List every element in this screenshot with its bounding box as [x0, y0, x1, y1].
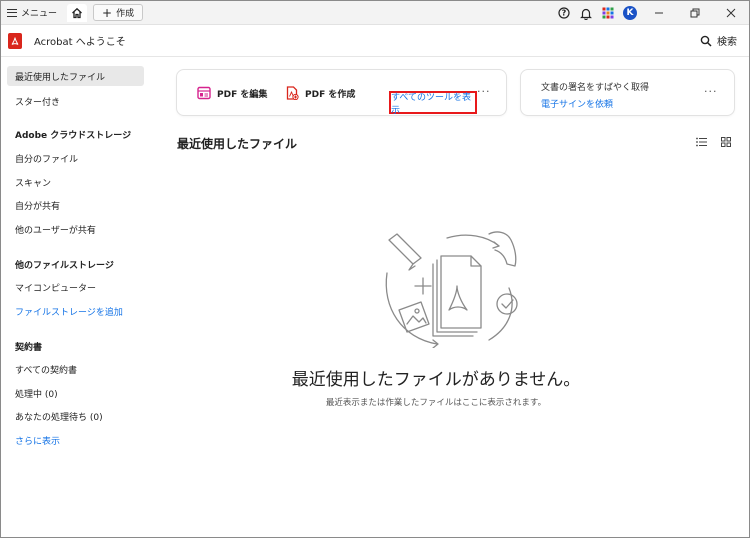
- menu-button[interactable]: メニュー: [7, 4, 57, 22]
- recent-files-heading: 最近使用したファイル: [177, 137, 298, 151]
- empty-state-subtitle: 最近表示または作業したファイルはここに表示されます。: [325, 398, 547, 408]
- sign-card-title: 文書の署名をすばやく取得: [541, 83, 650, 93]
- sidebar-item-my-files[interactable]: 自分のファイル: [7, 148, 144, 168]
- empty-files-illustration: [385, 231, 518, 348]
- sign-card: 文書の署名をすばやく取得 電子サインを依頼 ···: [520, 69, 735, 116]
- search-icon: [700, 35, 712, 47]
- close-window-button[interactable]: [713, 1, 749, 25]
- sidebar-item-scans[interactable]: スキャン: [7, 172, 144, 192]
- app-header: Acrobat へようこそ 検索: [1, 25, 749, 57]
- apps-grid-icon[interactable]: [597, 1, 619, 25]
- restore-icon: [690, 8, 700, 18]
- plus-icon: +: [102, 5, 113, 20]
- create-tab[interactable]: + 作成: [93, 4, 144, 21]
- menu-label: メニュー: [21, 9, 58, 19]
- notification-bell-icon[interactable]: [575, 1, 597, 25]
- tools-more-button[interactable]: ···: [477, 85, 491, 98]
- app-title: Acrobat へようこそ: [34, 37, 126, 48]
- create-tab-label: 作成: [116, 9, 135, 19]
- sidebar-item-in-progress[interactable]: 処理中 (0): [7, 383, 144, 403]
- minimize-icon: [655, 12, 663, 14]
- search-label: 検索: [717, 37, 737, 48]
- grid-view-icon[interactable]: [721, 137, 731, 150]
- acrobat-logo-icon: [8, 32, 22, 49]
- home-icon: [72, 7, 82, 18]
- hamburger-icon: [7, 8, 17, 17]
- restore-button[interactable]: [677, 1, 713, 25]
- sign-more-button[interactable]: ···: [704, 85, 718, 98]
- minimize-button[interactable]: [641, 1, 677, 25]
- tools-card: PDF を編集 PDF を作成 すべてのツールを表示 ···: [176, 69, 507, 116]
- help-icon[interactable]: ?: [553, 1, 575, 25]
- create-pdf-label: PDF を作成: [305, 89, 356, 100]
- sidebar-item-my-computer[interactable]: マイコンピューター: [7, 277, 144, 297]
- main-content: PDF を編集 PDF を作成 すべてのツールを表示 ··· 文書の署名をすばや…: [151, 58, 749, 538]
- svg-text:?: ?: [562, 9, 567, 18]
- request-esignature-link[interactable]: 電子サインを依頼: [541, 97, 613, 110]
- list-view-icon[interactable]: [696, 137, 707, 150]
- create-pdf-button[interactable]: PDF を作成: [285, 86, 355, 100]
- avatar-initial: K: [623, 6, 637, 20]
- sidebar-heading-adobe-storage: Adobe クラウドストレージ: [15, 131, 132, 141]
- edit-pdf-label: PDF を編集: [217, 89, 268, 100]
- home-tab[interactable]: [67, 3, 88, 22]
- search-button[interactable]: 検索: [700, 33, 737, 48]
- sidebar-item-recent[interactable]: 最近使用したファイル: [7, 66, 144, 86]
- edit-pdf-button[interactable]: PDF を編集: [197, 86, 267, 100]
- title-bar: メニュー + 作成 ? K: [1, 1, 749, 25]
- sidebar-heading-agreements: 契約書: [15, 343, 43, 353]
- sidebar-item-add-storage[interactable]: ファイルストレージを追加: [7, 301, 144, 321]
- sidebar-item-shared-by-me[interactable]: 自分が共有: [7, 195, 144, 215]
- sidebar-item-waiting-for-you[interactable]: あなたの処理待ち (0): [7, 406, 144, 426]
- sidebar-heading-other-storage: 他のファイルストレージ: [15, 261, 114, 271]
- show-all-tools-button[interactable]: すべてのツールを表示: [389, 91, 477, 116]
- sidebar-item-all-agreements[interactable]: すべての契約書: [7, 359, 144, 379]
- close-icon: [726, 8, 736, 18]
- view-toggle: [682, 137, 731, 150]
- sidebar-item-shared-by-others[interactable]: 他のユーザーが共有: [7, 219, 144, 239]
- sidebar-item-show-more[interactable]: さらに表示: [7, 430, 144, 450]
- sidebar-item-starred[interactable]: スター付き: [7, 91, 144, 111]
- sidebar: 最近使用したファイル スター付き Adobe クラウドストレージ 自分のファイル…: [1, 58, 151, 538]
- edit-pdf-icon: [197, 86, 211, 100]
- create-pdf-icon: [286, 86, 299, 100]
- avatar[interactable]: K: [619, 1, 641, 25]
- empty-state-title: 最近使用したファイルがありません。: [291, 370, 581, 390]
